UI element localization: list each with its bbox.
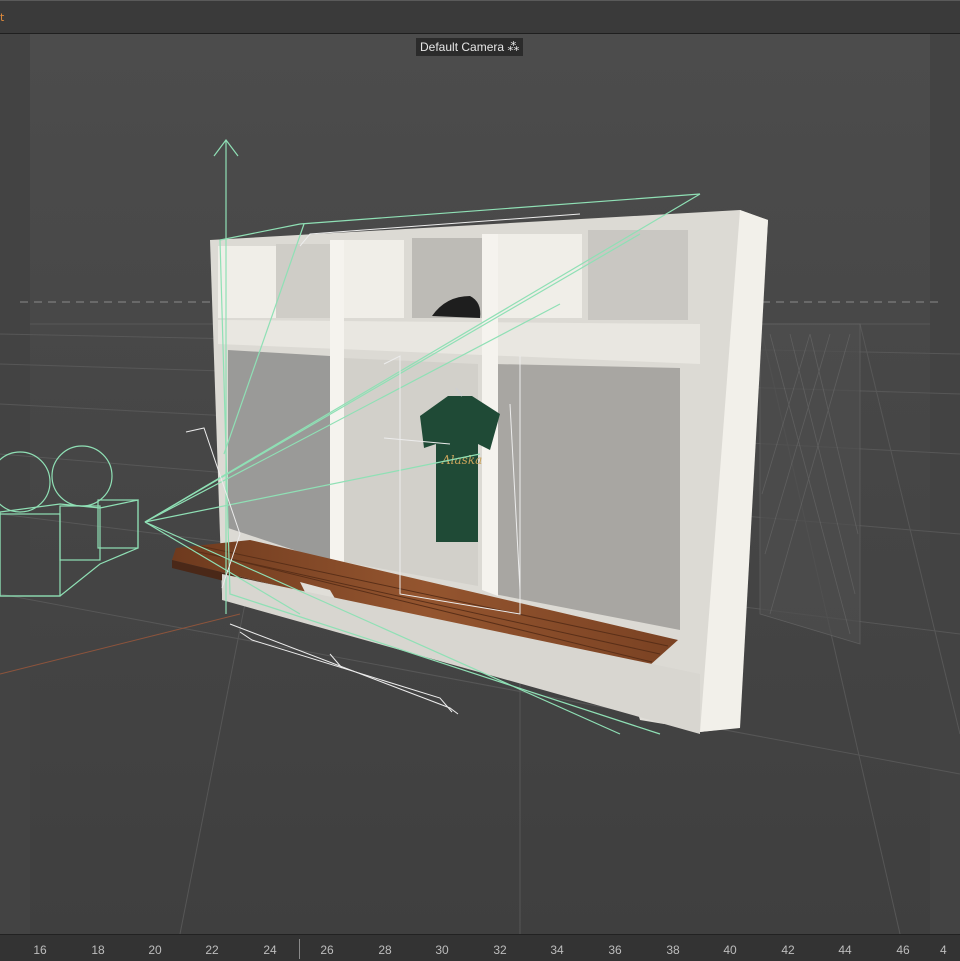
timeline-tick: 4 <box>940 943 947 957</box>
timeline-tick: 20 <box>148 943 162 957</box>
timeline-tick: 34 <box>550 943 564 957</box>
mesh-panel <box>759 323 861 645</box>
timeline-tick: 22 <box>205 943 219 957</box>
timeline-tick: 30 <box>435 943 449 957</box>
timeline-tick: 32 <box>493 943 507 957</box>
timeline-tick: 46 <box>896 943 910 957</box>
timeline-ruler[interactable]: 16 18 20 22 24 26 28 30 32 34 36 38 40 4… <box>0 934 960 961</box>
timeline-tick: 28 <box>378 943 392 957</box>
3d-viewport[interactable]: Alaska Default Camera ⁂ <box>0 34 960 934</box>
camera-menu[interactable]: Default Camera ⁂ <box>416 38 524 56</box>
timeline-tick: 26 <box>320 943 334 957</box>
timeline-tick: 16 <box>33 943 47 957</box>
timeline-tick: 40 <box>723 943 737 957</box>
timeline-tick: 36 <box>608 943 622 957</box>
timeline-tick: 24 <box>263 943 277 957</box>
camera-label-text: Default Camera <box>420 40 505 54</box>
timeline-tick: 38 <box>666 943 680 957</box>
camera-icon: ⁂ <box>504 40 520 54</box>
timeline-tick: 44 <box>838 943 852 957</box>
playhead[interactable] <box>299 939 300 959</box>
timeline-tick: 18 <box>91 943 105 957</box>
menu-item-fragment[interactable]: t <box>0 11 4 24</box>
menu-bar: t <box>0 0 960 34</box>
scene-canvas[interactable]: Alaska <box>0 34 960 934</box>
timeline-tick: 42 <box>781 943 795 957</box>
